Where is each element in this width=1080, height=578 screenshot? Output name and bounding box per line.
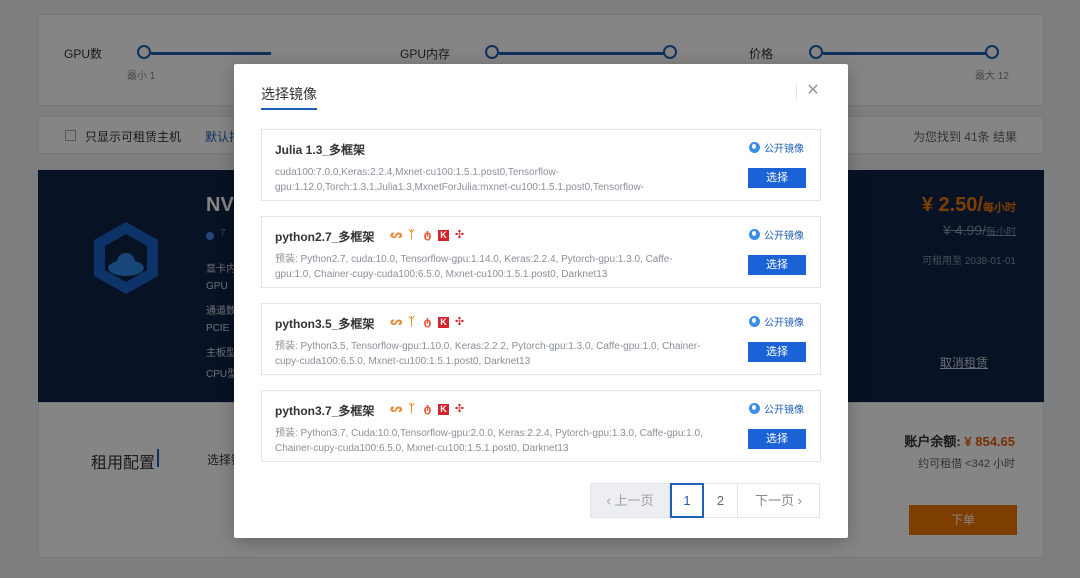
public-image-icon [749,229,760,240]
public-image-badge: 公开镜像 [749,314,804,329]
public-image-label: 公开镜像 [764,144,804,155]
image-description: cuda100:7.0.0,Keras:2.2.4,Mxnet-cu100:1.… [275,167,645,193]
pytorch-icon: ტ [423,403,432,415]
image-name: python3.5_多框架 [275,317,375,331]
public-image-badge: 公开镜像 [749,140,804,155]
select-image-modal: 选择镜像 ✕ Julia 1.3_多框架 cuda100:7.0.0,Keras… [234,64,848,538]
public-image-icon [749,316,760,327]
pytorch-icon: ტ [423,229,432,241]
chainer-icon: ᔕ [390,229,403,241]
keras-icon: K [438,316,449,328]
public-image-label: 公开镜像 [764,405,804,416]
chevron-right-icon: › [794,493,802,508]
prev-page-button[interactable]: ‹ 上一页 [590,483,670,518]
close-icon[interactable]: ✕ [804,82,822,100]
page-2-button[interactable]: 2 [704,483,738,518]
image-name: python3.7_多框架 [275,404,375,418]
page-1-button[interactable]: 1 [670,483,704,518]
image-name: Julia 1.3_多框架 [275,143,366,157]
public-image-label: 公开镜像 [764,231,804,242]
next-page-button[interactable]: 下一页 › [738,483,820,518]
image-description: 预装: Python3.5, Tensorflow-gpu:1.10.0, Ke… [275,341,701,367]
choose-image-button[interactable]: 选择 [748,255,806,275]
keras-icon: K [438,403,449,415]
public-image-icon [749,142,760,153]
choose-image-button[interactable]: 选择 [748,342,806,362]
choose-image-button[interactable]: 选择 [748,168,806,188]
framework-icons: ᔕ ᛉ ტ K ✣ [390,228,465,242]
modal-header-divider [796,84,797,100]
image-card: python3.7_多框架 ᔕ ᛉ ტ K ✣ 预装: Python3.7, C… [261,390,821,462]
public-image-badge: 公开镜像 [749,401,804,416]
pytorch-icon: ტ [423,316,432,328]
public-image-badge: 公开镜像 [749,227,804,242]
image-name: python2.7_多框架 [275,230,375,244]
pagination: ‹ 上一页 1 2 下一页 › [590,483,820,518]
caffe-icon: ✣ [454,403,465,415]
tensorflow-icon: ᛉ [408,229,415,241]
chainer-icon: ᔕ [390,403,403,415]
image-card: python2.7_多框架 ᔕ ᛉ ტ K ✣ 预装: Python2.7, c… [261,216,821,288]
image-description: 预装: Python3.7, Cuda:10.0,Tensorflow-gpu:… [275,428,703,454]
modal-title: 选择镜像 [261,84,317,110]
chainer-icon: ᔕ [390,316,403,328]
tensorflow-icon: ᛉ [408,403,415,415]
image-card: Julia 1.3_多框架 cuda100:7.0.0,Keras:2.2.4,… [261,129,821,201]
framework-icons: ᔕ ᛉ ტ K ✣ [390,315,465,329]
caffe-icon: ✣ [454,316,465,328]
public-image-label: 公开镜像 [764,318,804,329]
caffe-icon: ✣ [454,229,465,241]
choose-image-button[interactable]: 选择 [748,429,806,449]
framework-icons: ᔕ ᛉ ტ K ✣ [390,402,465,416]
image-description: 预装: Python2.7, cuda:10.0, Tensorflow-gpu… [275,254,673,280]
image-card: python3.5_多框架 ᔕ ᛉ ტ K ✣ 预装: Python3.5, T… [261,303,821,375]
prev-page-label: 上一页 [614,493,654,508]
keras-icon: K [438,229,449,241]
public-image-icon [749,403,760,414]
next-page-label: 下一页 [755,493,795,508]
tensorflow-icon: ᛉ [408,316,415,328]
